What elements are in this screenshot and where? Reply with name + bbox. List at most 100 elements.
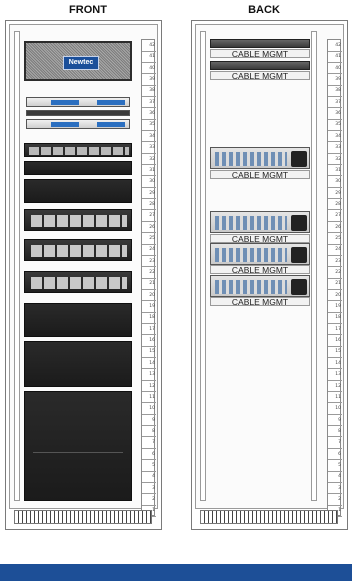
ruler-mark: 37 (142, 97, 156, 109)
ruler-mark: 4 (328, 471, 342, 483)
ruler-mark: 9 (328, 415, 342, 427)
ruler-mark: 9 (142, 415, 156, 427)
ruler-mark: 37 (328, 97, 342, 109)
ruler-mark: 3 (142, 483, 156, 495)
patch-panel-1 (210, 39, 310, 48)
ruler-mark: 33 (142, 142, 156, 154)
ruler-mark: 23 (328, 256, 342, 268)
io-ports (215, 152, 287, 166)
ruler-mark: 25 (328, 233, 342, 245)
front-server-1u-a (26, 97, 130, 107)
server-bezel-blue (97, 122, 125, 127)
ruler-mark: 35 (328, 119, 342, 132)
ruler-mark: 21 (142, 278, 156, 290)
ruler-mark: 18 (142, 312, 156, 324)
front-unit-ruler: 42 41 40 39 38 37 36 35 34 33 32 31 30 29 28 27 26 25 24 23… (141, 39, 156, 517)
ruler-mark: 29 (328, 188, 342, 200)
ruler-mark: 20 (328, 290, 342, 302)
back-right-post (311, 31, 317, 501)
ruler-mark: 12 (142, 381, 156, 393)
rear-server-a (210, 147, 310, 169)
front-blank-large (24, 391, 132, 501)
front-base-vent (14, 510, 152, 524)
front-server-2u-a (24, 143, 132, 157)
ruler-mark: 42 (328, 40, 342, 52)
ruler-mark: 38 (142, 85, 156, 97)
drive-bays (31, 245, 127, 257)
ruler-mark: 34 (328, 131, 342, 143)
front-server-2u-b (24, 209, 132, 231)
ruler-mark: 19 (142, 301, 156, 313)
ruler-mark: 14 (142, 358, 156, 370)
ruler-mark: 16 (328, 335, 342, 347)
front-blank (24, 303, 132, 337)
ruler-mark: 17 (142, 324, 156, 336)
server-bezel-blue (97, 100, 125, 105)
ruler-mark: 32 (142, 154, 156, 166)
front-blank (24, 179, 132, 203)
ruler-mark: 18 (328, 312, 342, 324)
ruler-mark: 22 (328, 267, 342, 279)
front-rack: Newtec 42 41 40 39 38 37 36 35 34 33 32 31 30 29 28 27 2… (5, 20, 162, 530)
ruler-mark: 4 (142, 471, 156, 483)
psu (291, 151, 307, 167)
ruler-mark: 34 (142, 131, 156, 143)
ruler-mark: 16 (142, 335, 156, 347)
seam (33, 452, 123, 453)
io-ports (215, 248, 287, 262)
back-base-vent (200, 510, 338, 524)
ruler-mark: 21 (328, 278, 342, 290)
ruler-mark: 41 (142, 51, 156, 63)
ruler-mark: 13 (142, 369, 156, 381)
cable-mgmt-3: CABLE MGMT (210, 170, 310, 179)
ruler-mark: 31 (142, 165, 156, 177)
ruler-mark: 27 (142, 210, 156, 222)
ruler-mark: 32 (328, 154, 342, 166)
ruler-mark: 7 (142, 437, 156, 449)
ruler-mark: 40 (142, 63, 156, 75)
ruler-mark: 12 (328, 381, 342, 393)
ruler-mark: 10 (328, 403, 342, 415)
ruler-mark: 6 (328, 449, 342, 461)
back-left-post (200, 31, 206, 501)
front-left-post (14, 31, 20, 501)
psu (291, 215, 307, 231)
ruler-mark: 8 (142, 426, 156, 438)
rear-server-c (210, 243, 310, 265)
ruler-mark: 33 (328, 142, 342, 154)
ruler-mark: 3 (328, 483, 342, 495)
ruler-mark: 22 (142, 267, 156, 279)
ruler-mark: 15 (142, 346, 156, 359)
ruler-mark: 8 (328, 426, 342, 438)
server-bezel-blue (51, 100, 79, 105)
patch-panel-2 (210, 61, 310, 70)
ruler-mark: 39 (328, 74, 342, 86)
ruler-mark: 26 (142, 222, 156, 234)
footer-bar (0, 564, 352, 581)
cable-mgmt-4: CABLE MGMT (210, 234, 310, 243)
psu (291, 247, 307, 263)
ruler-mark: 35 (142, 119, 156, 132)
ruler-mark: 23 (142, 256, 156, 268)
ruler-mark: 15 (328, 346, 342, 359)
ruler-mark: 19 (328, 301, 342, 313)
drive-bays (31, 215, 127, 227)
ruler-mark: 11 (142, 392, 156, 404)
ruler-mark: 40 (328, 63, 342, 75)
io-ports (215, 280, 287, 294)
ruler-mark: 28 (328, 199, 342, 211)
rear-server-b (210, 211, 310, 233)
ruler-mark: 36 (142, 108, 156, 120)
ruler-mark: 36 (328, 108, 342, 120)
ruler-mark: 28 (142, 199, 156, 211)
ruler-mark: 29 (142, 188, 156, 200)
ruler-mark: 30 (328, 176, 342, 188)
ruler-mark: 6 (142, 449, 156, 461)
ruler-mark: 24 (328, 244, 342, 256)
front-server-1u-b (26, 119, 130, 129)
cable-mgmt-1: CABLE MGMT (210, 49, 310, 58)
psu (291, 279, 307, 295)
ruler-mark: 42 (142, 40, 156, 52)
ruler-mark: 27 (328, 210, 342, 222)
rear-server-d (210, 275, 310, 297)
